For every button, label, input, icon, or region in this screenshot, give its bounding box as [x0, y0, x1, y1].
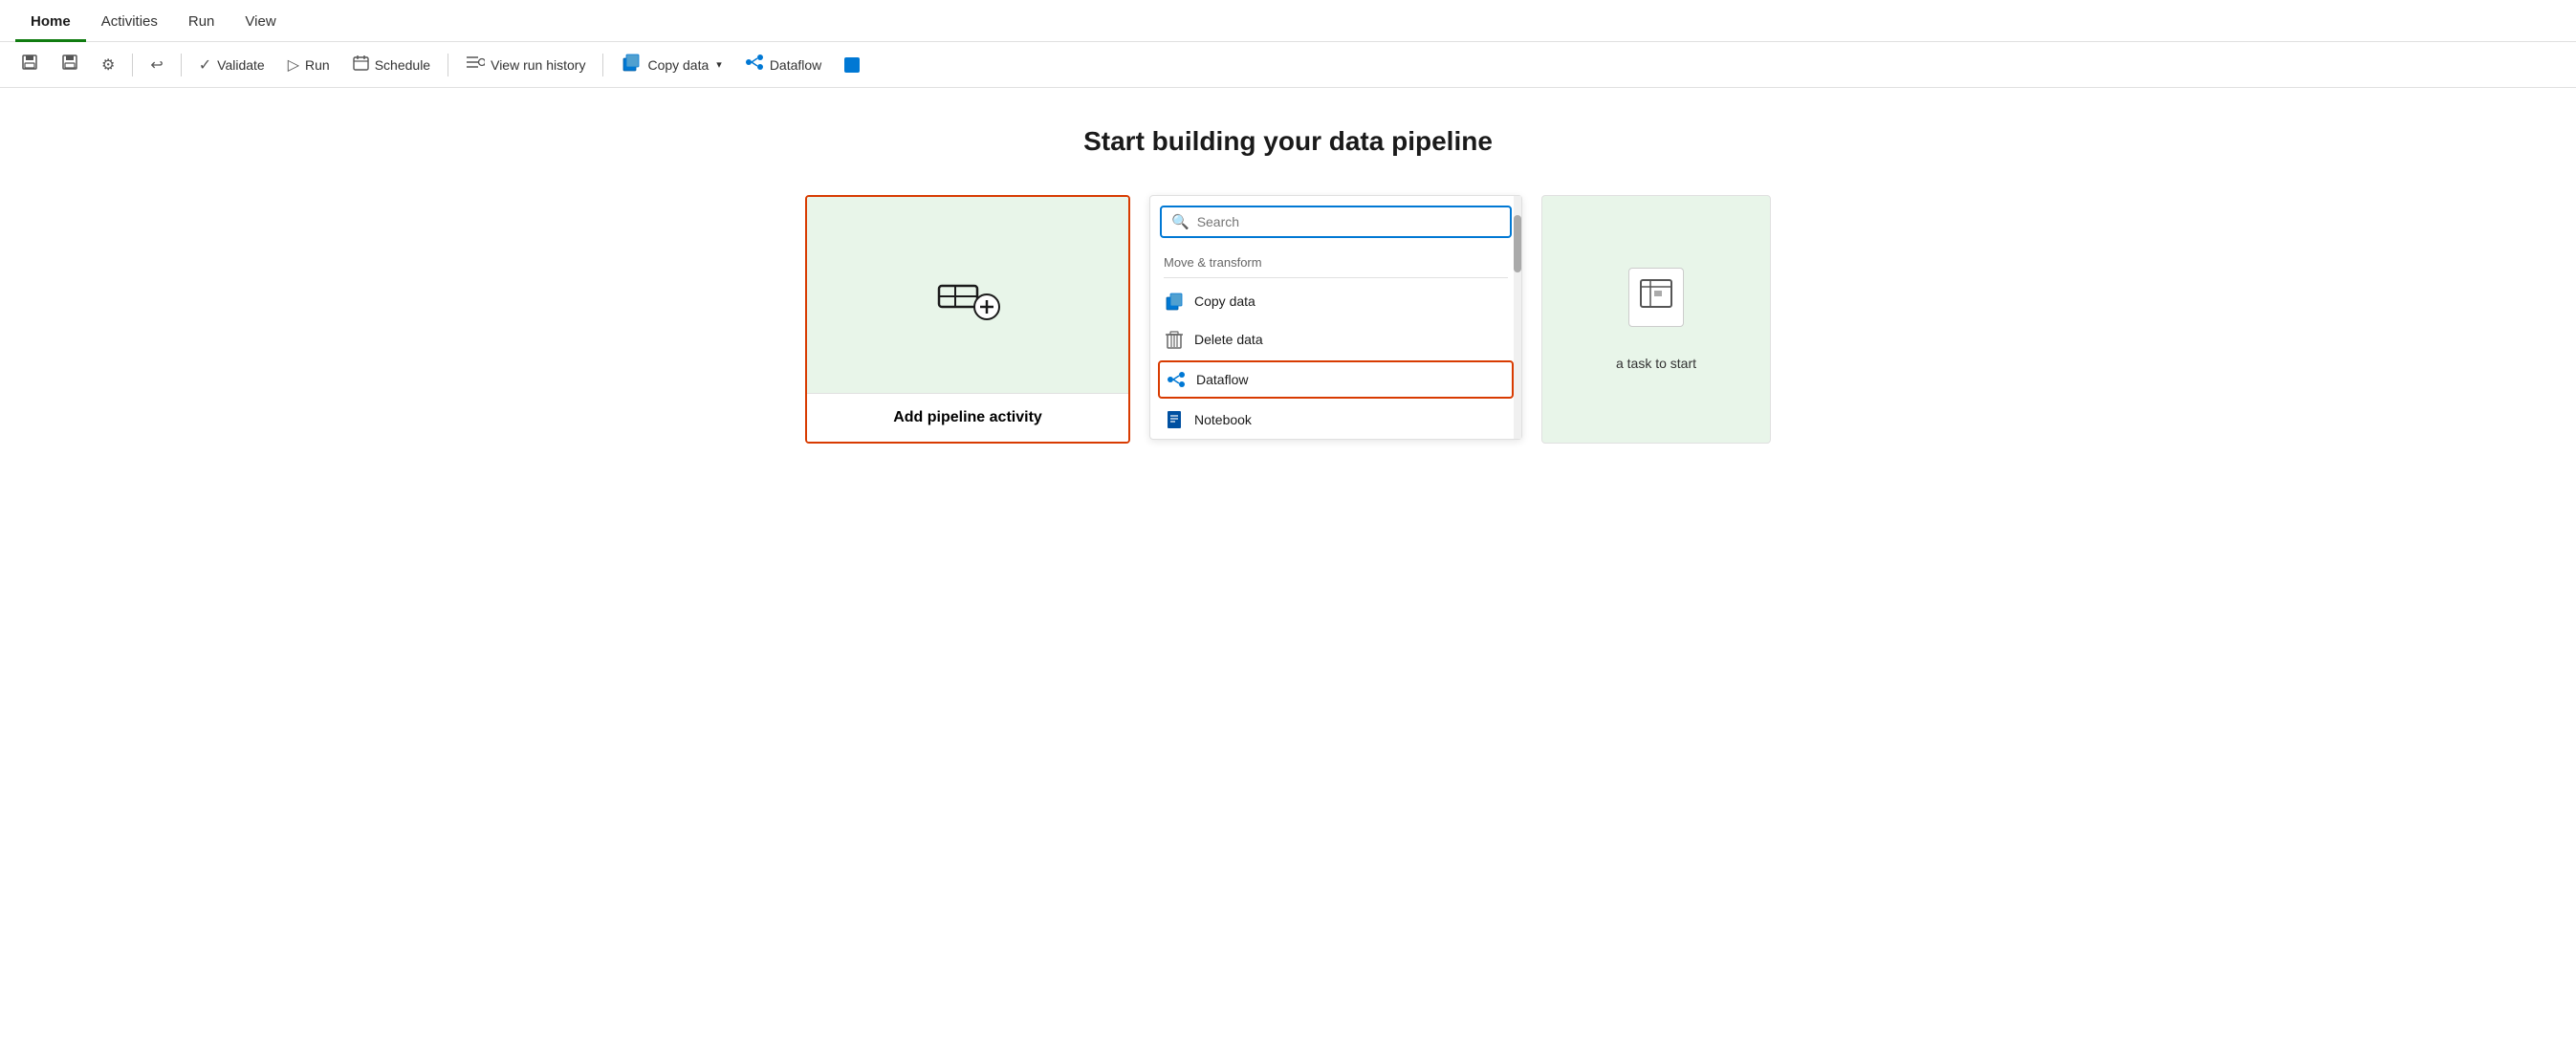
- right-card-text: a task to start: [1601, 356, 1712, 371]
- dataflow-button[interactable]: Dataflow: [735, 49, 831, 80]
- section-divider: [1164, 277, 1508, 278]
- search-input[interactable]: [1197, 214, 1500, 229]
- activity-item-delete-data[interactable]: Delete data: [1150, 320, 1521, 358]
- activity-item-notebook[interactable]: Notebook: [1150, 401, 1521, 439]
- validate-icon: ✓: [199, 55, 211, 75]
- main-content: Start building your data pipeline Add pi…: [0, 88, 2576, 1063]
- add-pipeline-card[interactable]: Add pipeline activity: [805, 195, 1130, 444]
- more-toolbar-button[interactable]: [835, 53, 869, 77]
- validate-label: Validate: [217, 57, 265, 73]
- copy-data-chevron: ▾: [716, 58, 722, 71]
- schedule-button[interactable]: Schedule: [343, 50, 440, 79]
- right-side-card[interactable]: a task to start: [1541, 195, 1771, 444]
- save-as-button[interactable]: +: [52, 49, 88, 80]
- divider-2: [181, 54, 182, 76]
- activities-panel: 🔍 Move & transform Copy data: [1149, 195, 1522, 440]
- divider-1: [132, 54, 133, 76]
- undo-button[interactable]: ↩: [141, 51, 172, 79]
- gear-icon: ⚙: [101, 55, 115, 75]
- validate-button[interactable]: ✓ Validate: [189, 51, 274, 79]
- notebook-icon: [1164, 409, 1185, 430]
- pipeline-card-top: [807, 197, 1128, 393]
- save-button[interactable]: [11, 49, 48, 80]
- tab-view[interactable]: View: [229, 4, 291, 42]
- copy-data-button[interactable]: Copy data ▾: [611, 48, 731, 81]
- more-icon: [844, 57, 860, 73]
- copy-data-label: Copy data: [647, 57, 709, 73]
- pipeline-card-label: Add pipeline activity: [807, 393, 1128, 442]
- nav-tabs: Home Activities Run View: [0, 0, 2576, 42]
- view-run-history-button[interactable]: View run history: [456, 50, 595, 79]
- dataflow-icon: [745, 54, 764, 76]
- delete-data-label: Delete data: [1194, 332, 1263, 347]
- dataflow-activity-label: Dataflow: [1196, 372, 1248, 387]
- undo-icon: ↩: [150, 55, 163, 75]
- scroll-track[interactable]: [1514, 196, 1521, 439]
- pipeline-add-icon: [934, 269, 1001, 321]
- run-button[interactable]: ▷ Run: [278, 51, 339, 79]
- page-title: Start building your data pipeline: [1083, 126, 1493, 157]
- search-icon: 🔍: [1171, 213, 1190, 230]
- section-label: Move & transform: [1150, 248, 1521, 273]
- copy-data-icon: [621, 53, 642, 76]
- search-box: 🔍: [1160, 206, 1512, 238]
- copy-data-activity-icon: [1164, 291, 1185, 312]
- toolbar: + ⚙ ↩ ✓ Validate ▷ Run Schedule: [0, 42, 2576, 88]
- tab-activities[interactable]: Activities: [86, 4, 173, 42]
- cards-row: Add pipeline activity 🔍 Move & transform…: [805, 195, 1771, 444]
- tab-run[interactable]: Run: [173, 4, 230, 42]
- view-run-history-icon: [466, 54, 485, 75]
- schedule-icon: [353, 54, 369, 75]
- save-as-icon: +: [61, 54, 78, 76]
- settings-button[interactable]: ⚙: [92, 51, 124, 79]
- copy-data-activity-label: Copy data: [1194, 293, 1255, 309]
- activity-item-dataflow[interactable]: Dataflow: [1158, 360, 1514, 399]
- dataflow-activity-icon: [1166, 369, 1187, 390]
- notebook-label: Notebook: [1194, 412, 1252, 427]
- delete-data-icon: [1164, 329, 1185, 350]
- schedule-label: Schedule: [375, 57, 430, 73]
- svg-text:+: +: [73, 65, 76, 71]
- run-label: Run: [305, 57, 330, 73]
- tab-home[interactable]: Home: [15, 4, 86, 42]
- view-run-history-label: View run history: [491, 57, 585, 73]
- divider-4: [602, 54, 603, 76]
- save-icon: [21, 54, 38, 76]
- scroll-thumb: [1514, 215, 1521, 272]
- activity-item-copy-data[interactable]: Copy data: [1150, 282, 1521, 320]
- dataflow-label: Dataflow: [770, 57, 821, 73]
- right-card-icon: [1628, 268, 1684, 327]
- run-icon: ▷: [288, 55, 299, 75]
